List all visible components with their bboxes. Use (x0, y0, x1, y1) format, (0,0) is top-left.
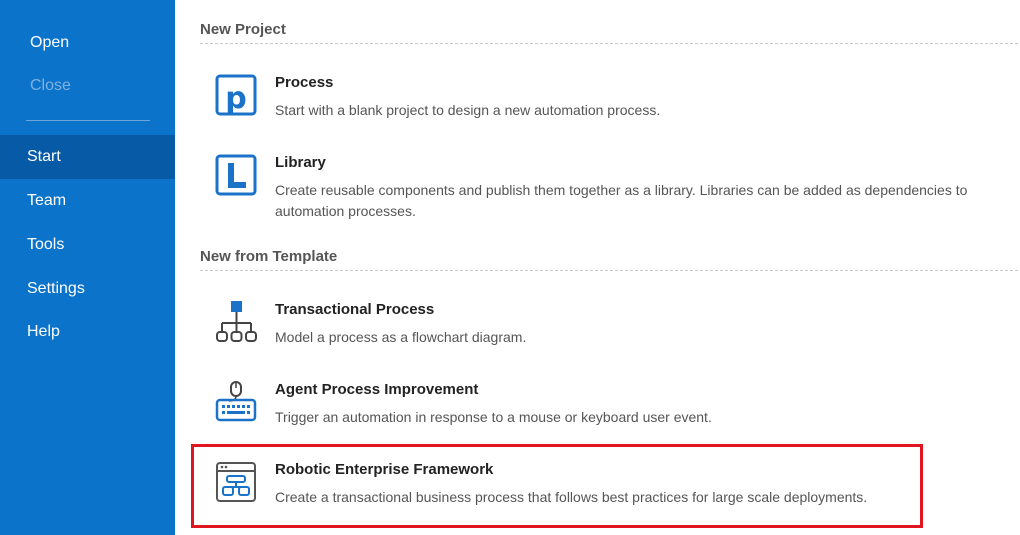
flowchart-icon (215, 301, 259, 345)
new-library-item[interactable]: Library Create reusable components and p… (175, 154, 1020, 222)
new-process-item[interactable]: p Process Start with a blank project to … (175, 74, 1020, 134)
section-title-new-from-template: New from Template (200, 248, 338, 265)
agent-process-improvement-item[interactable]: Agent Process Improvement Trigger an aut… (175, 381, 1020, 431)
transactional-process-title: Transactional Process (275, 301, 435, 318)
transactional-process-item[interactable]: Transactional Process Model a process as… (175, 301, 1020, 351)
section-divider (200, 270, 1018, 271)
sidebar: Open Close Start Team Tools Settings Hel… (0, 0, 175, 535)
section-title-new-project: New Project (200, 21, 286, 38)
process-icon: p (215, 74, 259, 118)
agent-process-improvement-description: Trigger an automation in response to a m… (275, 409, 712, 425)
section-divider (200, 43, 1018, 44)
library-title: Library (275, 154, 326, 171)
close-menu-item: Close (30, 77, 71, 94)
sidebar-item-help[interactable]: Help (0, 310, 175, 354)
highlight-box (191, 444, 923, 528)
library-description: Create reusable components and publish t… (275, 182, 968, 219)
sidebar-item-start[interactable]: Start (0, 135, 175, 179)
open-menu-item[interactable]: Open (30, 34, 69, 52)
process-description: Start with a blank project to design a n… (275, 102, 661, 118)
process-title: Process (275, 74, 334, 91)
sidebar-item-settings[interactable]: Settings (0, 267, 175, 311)
sidebar-item-tools[interactable]: Tools (0, 223, 175, 267)
agent-process-improvement-title: Agent Process Improvement (275, 381, 479, 398)
transactional-process-description: Model a process as a flowchart diagram. (275, 329, 527, 345)
keyboard-mouse-icon (215, 381, 259, 425)
svg-text:p: p (225, 81, 246, 116)
library-icon (215, 154, 259, 198)
sidebar-divider (26, 120, 150, 121)
sidebar-item-team[interactable]: Team (0, 179, 175, 223)
